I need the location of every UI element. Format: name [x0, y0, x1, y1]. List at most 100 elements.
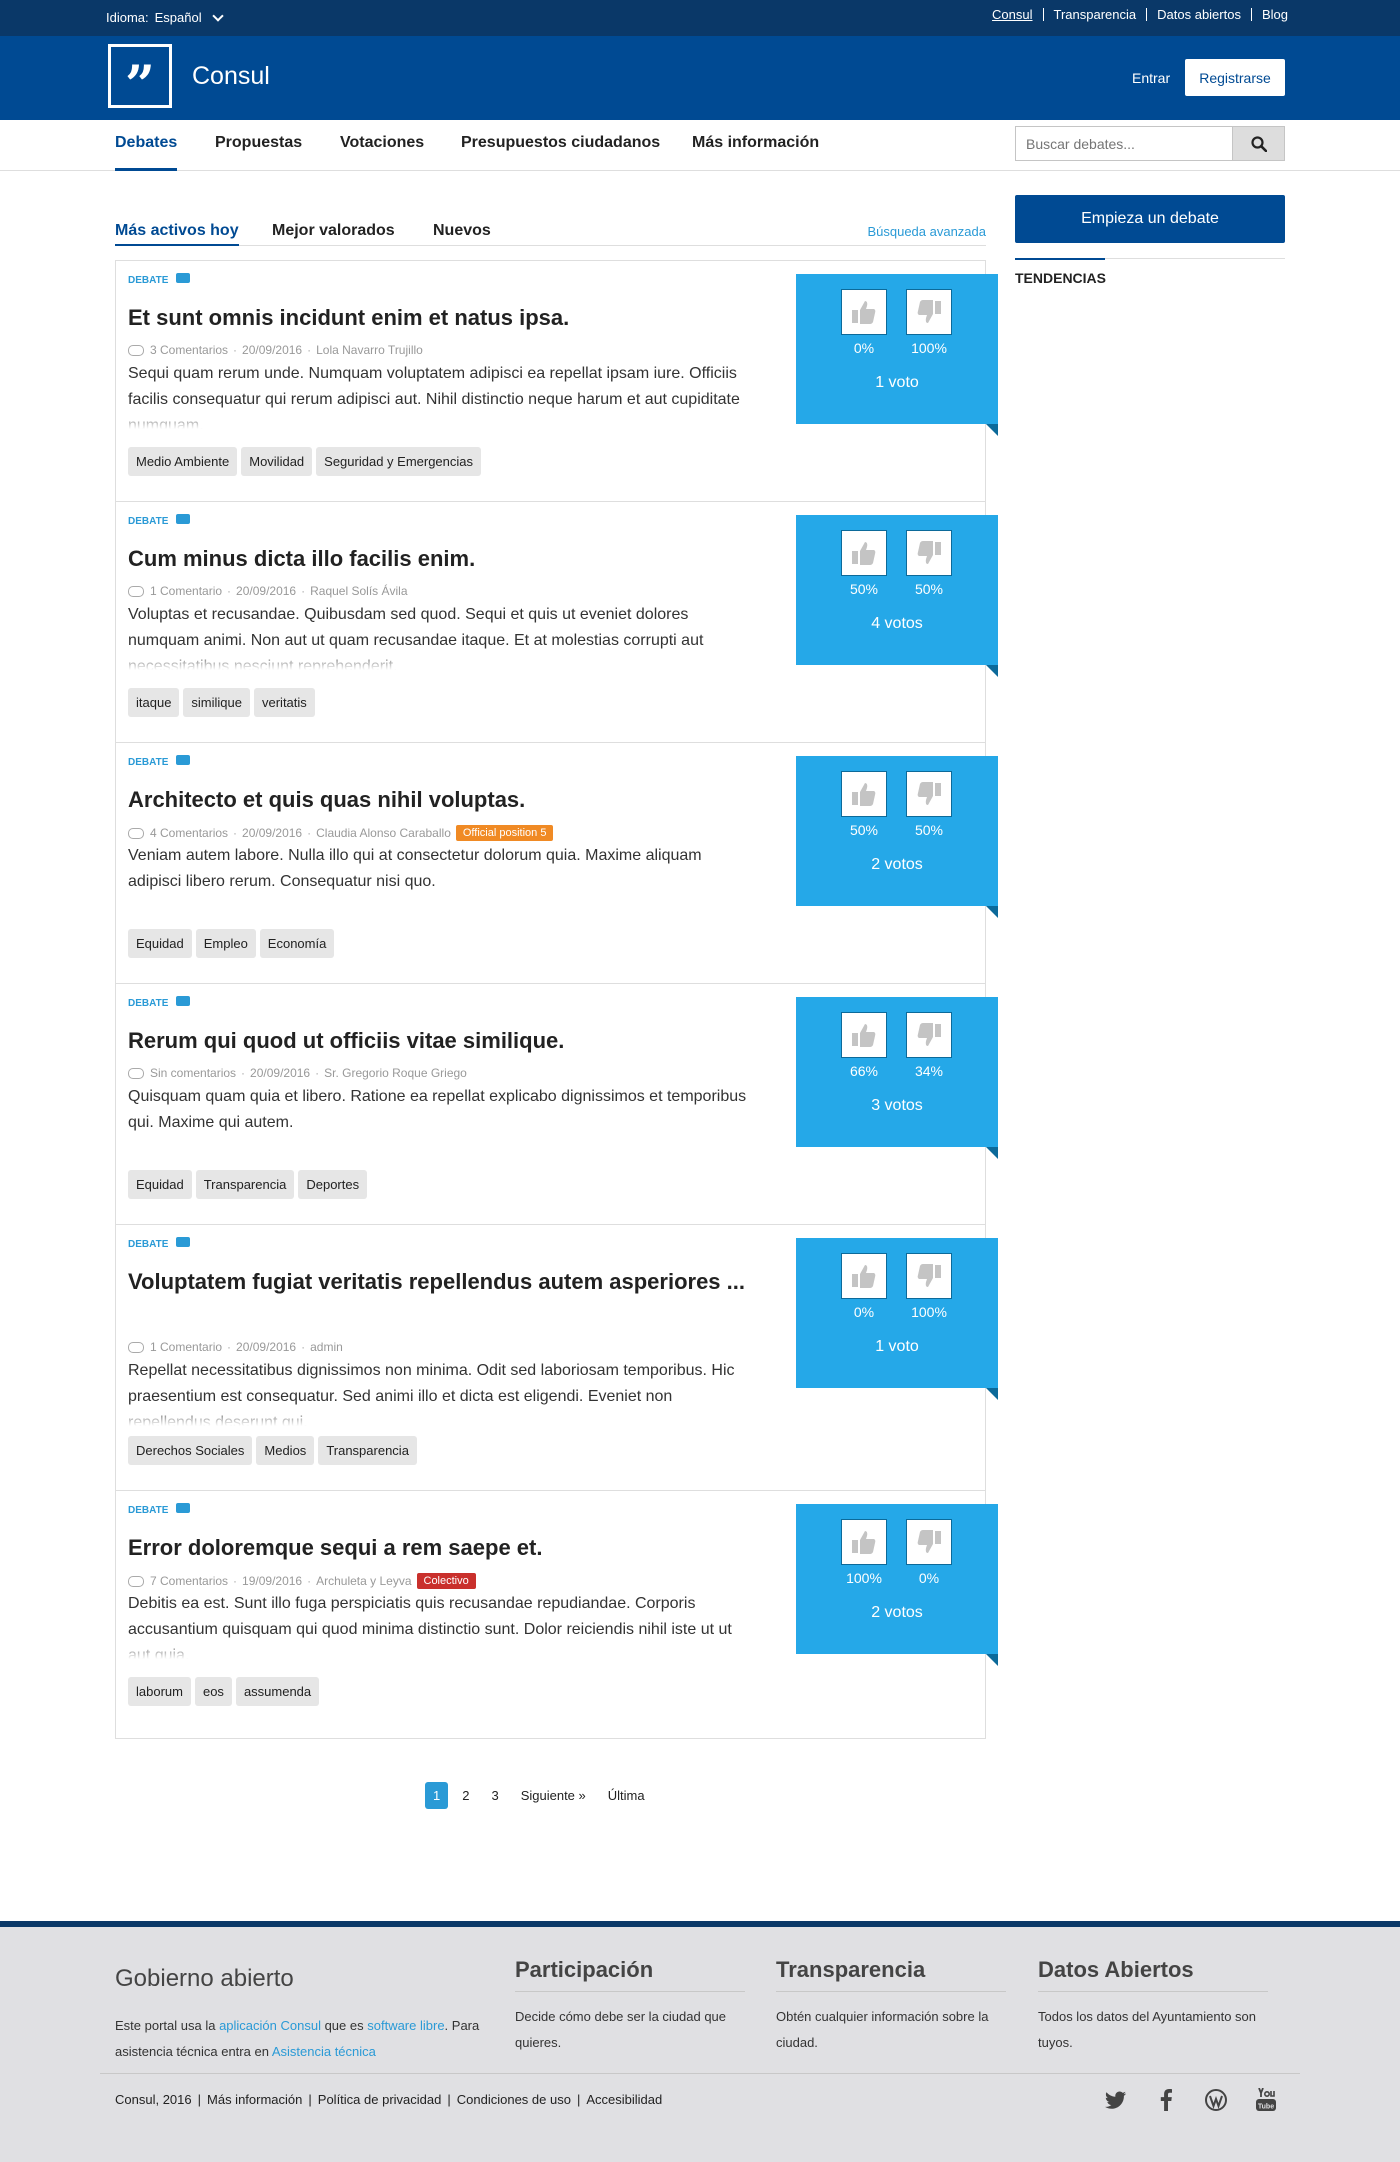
- page-2[interactable]: 2: [454, 1782, 477, 1809]
- debate-title[interactable]: Voluptatem fugiat veritatis repellendus …: [128, 1265, 768, 1299]
- nav-votaciones[interactable]: Votaciones: [340, 134, 424, 171]
- vote-down-button[interactable]: [906, 1519, 952, 1565]
- vote-down-button[interactable]: [906, 289, 952, 335]
- app-name[interactable]: Consul: [192, 62, 270, 91]
- nav-presupuestos[interactable]: Presupuestos ciudadanos: [461, 134, 660, 171]
- top-link-blog[interactable]: Blog: [1250, 8, 1288, 21]
- debate-comments[interactable]: 4 Comentarios: [150, 826, 228, 840]
- debate-title[interactable]: Rerum qui quod ut officiis vitae similiq…: [128, 1024, 748, 1058]
- page-last[interactable]: Última: [600, 1782, 653, 1809]
- wordpress-icon[interactable]: [1204, 2088, 1228, 2112]
- vote-up-button[interactable]: [841, 771, 887, 817]
- search-button[interactable]: [1233, 126, 1285, 161]
- tab-nuevos[interactable]: Nuevos: [433, 222, 491, 246]
- tag-chip[interactable]: Movilidad: [241, 447, 313, 476]
- nav-debates[interactable]: Debates: [115, 134, 178, 171]
- language-selector[interactable]: Idioma: Español: [106, 9, 224, 25]
- vote-down-percent: 0%: [918, 1570, 940, 1586]
- debate-title[interactable]: Error doloremque sequi a rem saepe et.: [128, 1531, 748, 1565]
- tag-chip[interactable]: similique: [183, 688, 250, 717]
- debate-comments[interactable]: 3 Comentarios: [150, 343, 228, 357]
- tag-chip[interactable]: itaque: [128, 688, 180, 717]
- vote-down-button[interactable]: [906, 1012, 952, 1058]
- vote-up-button[interactable]: [841, 289, 887, 335]
- logo-quote-icon[interactable]: ”: [108, 44, 172, 112]
- footer-link-accesibilidad[interactable]: Accesibilidad: [586, 2092, 662, 2107]
- free-software-link[interactable]: software libre: [367, 2018, 444, 2033]
- search-input[interactable]: [1015, 126, 1233, 161]
- top-link-consul[interactable]: Consul: [982, 8, 1042, 21]
- tag-chip[interactable]: Transparencia: [195, 1170, 295, 1199]
- debate-author: admin: [310, 1340, 343, 1354]
- tag-chip[interactable]: assumenda: [235, 1677, 320, 1706]
- debate-date: 20/09/2016: [236, 1340, 297, 1354]
- copyright: Consul, 2016: [115, 2092, 192, 2107]
- top-link-transparencia[interactable]: Transparencia: [1042, 8, 1147, 21]
- footer-col-title[interactable]: Datos Abiertos: [1038, 1957, 1268, 1992]
- debate-comments[interactable]: 7 Comentarios: [150, 1574, 228, 1588]
- twitter-icon[interactable]: [1104, 2088, 1128, 2112]
- facebook-icon[interactable]: [1154, 2088, 1178, 2112]
- vote-up-button[interactable]: [841, 1519, 887, 1565]
- advanced-search-link[interactable]: Búsqueda avanzada: [867, 224, 986, 239]
- tag-chip[interactable]: Derechos Sociales: [128, 1436, 253, 1465]
- debate-title[interactable]: Et sunt omnis incidunt enim et natus ips…: [128, 301, 748, 335]
- author-badge: Official position 5: [455, 825, 554, 841]
- meta-separator: ·: [233, 1574, 238, 1588]
- chevron-down-icon[interactable]: [211, 9, 224, 22]
- tag-chip[interactable]: Economía: [259, 929, 335, 958]
- vote-down-button[interactable]: [906, 530, 952, 576]
- nav-mas-informacion[interactable]: Más información: [692, 134, 819, 171]
- debate-comments[interactable]: 1 Comentario: [150, 1340, 222, 1354]
- vote-up-button[interactable]: [841, 1012, 887, 1058]
- tab-mas-activos[interactable]: Más activos hoy: [115, 222, 239, 246]
- footer-col-title[interactable]: Participación: [515, 1957, 745, 1992]
- page-next[interactable]: Siguiente »: [513, 1782, 594, 1809]
- tech-support-link[interactable]: Asistencia técnica: [272, 2044, 376, 2059]
- page-3[interactable]: 3: [483, 1782, 506, 1809]
- tag-chip[interactable]: Equidad: [128, 929, 192, 958]
- debate-title[interactable]: Cum minus dicta illo facilis enim.: [128, 542, 748, 576]
- tab-mejor-valorados[interactable]: Mejor valorados: [272, 222, 395, 246]
- tag-chip[interactable]: Equidad: [128, 1170, 192, 1199]
- language-value[interactable]: Español: [155, 10, 202, 25]
- vote-up-button[interactable]: [841, 530, 887, 576]
- debate-body: Voluptas et recusandae. Quibusdam sed qu…: [128, 602, 758, 670]
- footer-desc-text: que es: [320, 2018, 368, 2033]
- debate-comments[interactable]: Sin comentarios: [150, 1066, 236, 1080]
- tag-chip[interactable]: veritatis: [254, 688, 315, 717]
- footer-link-mas-info[interactable]: Más información: [207, 2092, 302, 2107]
- tag-chip[interactable]: Medios: [256, 1436, 315, 1465]
- nav-propuestas[interactable]: Propuestas: [215, 134, 302, 171]
- footer-link-privacidad[interactable]: Política de privacidad: [318, 2092, 442, 2107]
- vote-count: 2 votos: [871, 856, 923, 873]
- debate-title[interactable]: Architecto et quis quas nihil voluptas.: [128, 783, 748, 817]
- footer-title: Gobierno abierto: [115, 1965, 294, 1992]
- tag-chip[interactable]: Medio Ambiente: [128, 447, 238, 476]
- tag-chip[interactable]: Transparencia: [318, 1436, 417, 1465]
- login-link[interactable]: Entrar: [1132, 70, 1170, 86]
- footer-link-condiciones[interactable]: Condiciones de uso: [457, 2092, 571, 2107]
- top-link-datos-abiertos[interactable]: Datos abiertos: [1146, 8, 1251, 21]
- tag-chip[interactable]: Seguridad y Emergencias: [316, 447, 482, 476]
- tag-chip[interactable]: laborum: [128, 1677, 191, 1706]
- start-debate-button[interactable]: Empieza un debate: [1015, 195, 1285, 243]
- debate-comments[interactable]: 1 Comentario: [150, 584, 222, 598]
- vote-down-button[interactable]: [906, 1253, 952, 1299]
- footer-col-datos-abiertos: Datos Abiertos Todos los datos del Ayunt…: [1038, 1957, 1268, 2056]
- comment-icon: [128, 344, 144, 356]
- vote-up-button[interactable]: [841, 1253, 887, 1299]
- link-separator: |: [576, 2092, 581, 2107]
- register-button[interactable]: Registrarse: [1185, 59, 1285, 96]
- tag-chip[interactable]: eos: [194, 1677, 232, 1706]
- footer-col-title[interactable]: Transparencia: [776, 1957, 1006, 1992]
- consul-app-link[interactable]: aplicación Consul: [219, 2018, 321, 2033]
- youtube-icon[interactable]: Tube: [1254, 2088, 1278, 2112]
- page-1[interactable]: 1: [425, 1782, 449, 1809]
- comment-icon: [128, 1067, 144, 1079]
- debate-type: DEBATE: [128, 995, 191, 1009]
- tag-chip[interactable]: Deportes: [298, 1170, 368, 1199]
- tag-chip[interactable]: Empleo: [195, 929, 256, 958]
- vote-box: 50% 50% 2 votos: [796, 756, 998, 918]
- vote-down-button[interactable]: [906, 771, 952, 817]
